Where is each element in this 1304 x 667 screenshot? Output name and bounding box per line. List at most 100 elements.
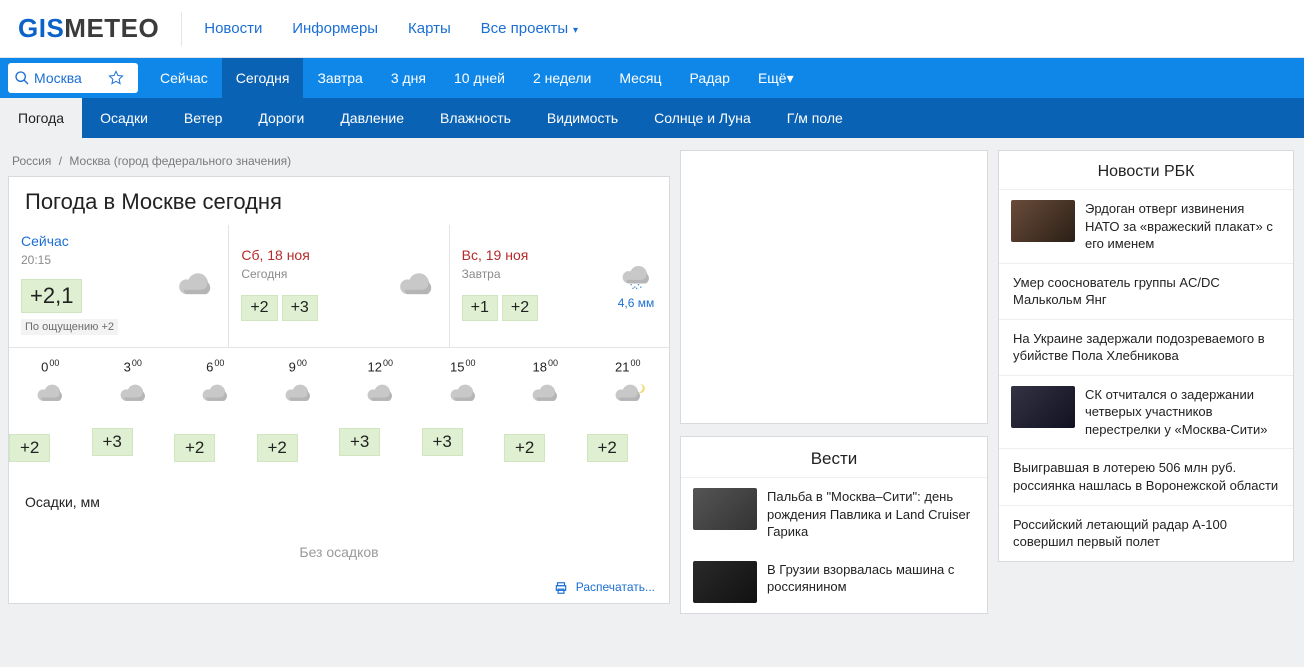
tab-month[interactable]: Месяц <box>605 58 675 98</box>
hour-label: 1500 <box>450 358 475 374</box>
sat-label: Сб, 18 ноя <box>241 247 318 263</box>
tab-humidity[interactable]: Влажность <box>422 98 529 138</box>
star-icon[interactable] <box>108 70 124 86</box>
hour-label: 900 <box>289 358 307 374</box>
temp-chip: +3 <box>422 428 463 456</box>
divider <box>181 12 182 46</box>
hour-cell: 1800 <box>504 348 587 414</box>
rbk-item[interactable]: Российский летающий радар А-100 совершил… <box>999 505 1293 561</box>
card-sun[interactable]: Вс, 19 ноя Завтра +1 +2 4,6 мм <box>450 225 669 347</box>
now-time: 20:15 <box>21 253 118 267</box>
hour-cell: 300 <box>92 348 175 414</box>
cloud-icon <box>32 380 68 406</box>
card-sat[interactable]: Сб, 18 ноя Сегодня +2 +3 <box>229 225 449 347</box>
rbk-item[interactable]: СК отчитался о задержании четверых участ… <box>999 375 1293 449</box>
cloud-icon <box>115 380 151 406</box>
search-box[interactable] <box>8 63 138 93</box>
temp-cell: +3 <box>339 434 422 462</box>
topnav-news[interactable]: Новости <box>204 20 262 37</box>
hour-cell: 2100 <box>587 348 670 414</box>
topnav-projects[interactable]: Все проекты ▾ <box>481 20 578 37</box>
ad-panel <box>680 150 988 424</box>
tab-weather[interactable]: Погода <box>0 98 82 138</box>
topbar: GISMETEO Новости Информеры Карты Все про… <box>0 0 1304 58</box>
search-input[interactable] <box>34 70 102 86</box>
hour-label: 2100 <box>615 358 640 374</box>
temp-chip: +2 <box>257 434 298 462</box>
cloud-night-icon <box>610 380 646 406</box>
sun-sub: Завтра <box>462 267 539 281</box>
printer-icon <box>554 581 568 595</box>
vesti-item[interactable]: В Грузии взорвалась машина с россиянином <box>681 551 987 613</box>
card-now[interactable]: Сейчас 20:15 +2,1 По ощущению +2 <box>9 225 229 347</box>
news-text: На Украине задержали подозреваемого в уб… <box>1013 330 1281 365</box>
precip-title: Осадки, мм <box>25 494 653 510</box>
hour-cell: 900 <box>257 348 340 414</box>
hour-cell: 600 <box>174 348 257 414</box>
crumb-country[interactable]: Россия <box>12 154 51 168</box>
topnav-informers[interactable]: Информеры <box>292 20 378 37</box>
sun-label: Вс, 19 ноя <box>462 247 539 263</box>
cloud-icon <box>280 380 316 406</box>
temp-cell: +2 <box>174 434 257 462</box>
tab-wind[interactable]: Ветер <box>166 98 241 138</box>
cloud-icon <box>527 380 563 406</box>
temp-cell: +3 <box>92 434 175 462</box>
logo-gis: GIS <box>18 13 64 43</box>
tab-now[interactable]: Сейчас <box>146 58 222 98</box>
hour-cell: 000 <box>9 348 92 414</box>
rbk-item[interactable]: Умер сооснователь группы AC/DC Малькольм… <box>999 263 1293 319</box>
news-text: Пальба в "Москва–Сити": день рождения Па… <box>767 488 975 541</box>
topnav-maps[interactable]: Карты <box>408 20 451 37</box>
tab-2weeks[interactable]: 2 недели <box>519 58 605 98</box>
timeframe-tabs: Сейчас Сегодня Завтра 3 дня 10 дней 2 не… <box>0 58 1304 98</box>
vesti-panel: Вести Пальба в "Москва–Сити": день рожде… <box>680 436 988 614</box>
tab-visibility[interactable]: Видимость <box>529 98 636 138</box>
chevron-down-icon: ▾ <box>787 70 794 87</box>
hour-cell: 1500 <box>422 348 505 414</box>
rbk-item[interactable]: Выигравшая в лотерею 506 млн руб. россия… <box>999 448 1293 504</box>
news-text: Выигравшая в лотерею 506 млн руб. россия… <box>1013 459 1281 494</box>
logo[interactable]: GISMETEO <box>18 13 159 44</box>
cloud-icon <box>362 380 398 406</box>
tab-geomag[interactable]: Г/м поле <box>769 98 861 138</box>
precip-section: Осадки, мм Без осадков <box>9 480 669 578</box>
sun-t1: +1 <box>462 295 498 321</box>
temp-chip: +2 <box>174 434 215 462</box>
temp-cell: +2 <box>9 434 92 462</box>
top-nav: Новости Информеры Карты Все проекты ▾ <box>204 20 604 37</box>
news-text: Эрдоган отверг извинения НАТО за «вражес… <box>1085 200 1281 253</box>
tab-sunmoon[interactable]: Солнце и Луна <box>636 98 769 138</box>
tab-tomorrow[interactable]: Завтра <box>303 58 376 98</box>
tab-radar[interactable]: Радар <box>676 58 744 98</box>
temp-chip: +2 <box>9 434 50 462</box>
cloud-icon <box>172 267 218 301</box>
sat-t2: +3 <box>282 295 318 321</box>
temp-cell: +2 <box>587 434 670 462</box>
temp-chip: +3 <box>339 428 380 456</box>
tab-more[interactable]: Ещё ▾ <box>744 58 808 98</box>
tab-today[interactable]: Сегодня <box>222 58 304 98</box>
vesti-item[interactable]: Пальба в "Москва–Сити": день рождения Па… <box>681 478 987 551</box>
cloud-rain-icon <box>613 258 659 292</box>
tab-roads[interactable]: Дороги <box>240 98 322 138</box>
temp-cell: +2 <box>504 434 587 462</box>
tab-3days[interactable]: 3 дня <box>377 58 440 98</box>
chevron-down-icon: ▾ <box>570 25 578 36</box>
temp-chip: +3 <box>92 428 133 456</box>
sat-t1: +2 <box>241 295 277 321</box>
weather-panel: Погода в Москве сегодня Сейчас 20:15 +2,… <box>8 176 670 604</box>
sun-t2: +2 <box>502 295 538 321</box>
summary-row: Сейчас 20:15 +2,1 По ощущению +2 Сб, 18 … <box>9 225 669 347</box>
rbk-item[interactable]: На Украине задержали подозреваемого в уб… <box>999 319 1293 375</box>
cloud-icon <box>197 380 233 406</box>
search-wrap <box>0 58 146 98</box>
crumb-city: Москва (город федерального значения) <box>69 154 291 168</box>
rbk-item[interactable]: Эрдоган отверг извинения НАТО за «вражес… <box>999 189 1293 263</box>
tab-10days[interactable]: 10 дней <box>440 58 519 98</box>
tab-precip[interactable]: Осадки <box>82 98 166 138</box>
news-text: Российский летающий радар А-100 совершил… <box>1013 516 1281 551</box>
tab-pressure[interactable]: Давление <box>322 98 422 138</box>
print-link[interactable]: Распечатать... <box>554 580 655 594</box>
now-label: Сейчас <box>21 233 118 249</box>
